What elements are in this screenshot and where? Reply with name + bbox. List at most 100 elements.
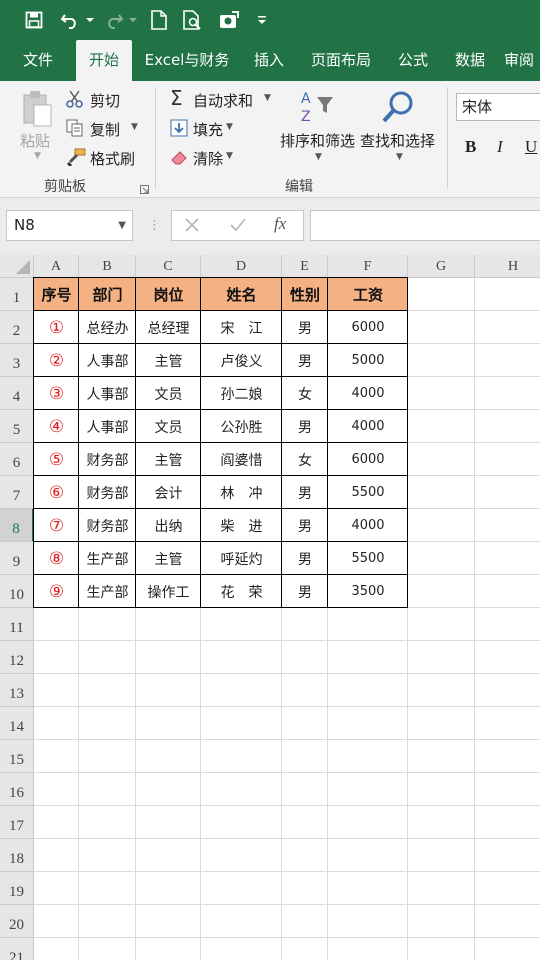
table-cell[interactable]: 阎婆惜 (201, 443, 282, 476)
paste-icon[interactable] (20, 89, 54, 133)
tab-review[interactable]: 审阅 (504, 40, 540, 81)
tab-formulas[interactable]: 公式 (390, 40, 436, 81)
table-cell[interactable]: 男 (282, 509, 328, 542)
table-cell[interactable]: 文员 (136, 377, 201, 410)
quick-tool-icon[interactable] (217, 8, 241, 32)
table-cell[interactable]: ② (34, 344, 79, 377)
table-cell[interactable]: 主管 (136, 344, 201, 377)
fill-dropdown-icon[interactable]: ▼ (226, 122, 233, 132)
copy-button[interactable]: 复制 (90, 119, 120, 140)
row-header-14[interactable]: 14 (0, 707, 34, 740)
row-header-10[interactable]: 10 (0, 575, 34, 608)
table-cell[interactable]: 生产部 (79, 542, 136, 575)
italic-button[interactable]: I (497, 137, 503, 157)
table-cell[interactable]: 男 (282, 542, 328, 575)
format-painter-button[interactable]: 格式刷 (90, 148, 135, 169)
row-header-6[interactable]: 6 (0, 443, 34, 476)
formula-bar-grip-icon[interactable]: ⋮ (148, 218, 161, 233)
row-header-9[interactable]: 9 (0, 542, 34, 575)
table-cell[interactable]: 主管 (136, 542, 201, 575)
table-cell[interactable]: 出纳 (136, 509, 201, 542)
column-header-e[interactable]: E (282, 255, 328, 278)
table-cell[interactable]: 男 (282, 344, 328, 377)
table-cell[interactable]: 男 (282, 311, 328, 344)
table-cell[interactable]: 5500 (328, 476, 408, 509)
table-cell[interactable]: 总经办 (79, 311, 136, 344)
row-header-18[interactable]: 18 (0, 839, 34, 872)
formula-input[interactable] (310, 210, 540, 241)
fill-button[interactable]: 填充 (193, 119, 223, 140)
table-cell[interactable]: 操作工 (136, 575, 201, 608)
table-cell[interactable]: ① (34, 311, 79, 344)
table-cell[interactable]: ③ (34, 377, 79, 410)
row-header-19[interactable]: 19 (0, 872, 34, 905)
row-header-1[interactable]: 1 (0, 278, 34, 311)
row-header-15[interactable]: 15 (0, 740, 34, 773)
column-header-c[interactable]: C (136, 255, 201, 278)
confirm-icon[interactable] (229, 217, 247, 237)
cancel-icon[interactable] (184, 217, 200, 237)
table-cell[interactable]: 6000 (328, 443, 408, 476)
column-header-a[interactable]: A (34, 255, 79, 278)
find-select-button[interactable]: 查找和选择 (360, 130, 435, 151)
sort-filter-button[interactable]: 排序和筛选 (280, 130, 355, 151)
column-header-d[interactable]: D (201, 255, 282, 278)
row-header-2[interactable]: 2 (0, 311, 34, 344)
bold-button[interactable]: B (465, 137, 476, 157)
table-cell[interactable]: 男 (282, 410, 328, 443)
undo-icon[interactable] (58, 8, 82, 32)
autosum-dropdown-icon[interactable]: ▼ (264, 93, 271, 103)
row-header-17[interactable]: 17 (0, 806, 34, 839)
row-header-16[interactable]: 16 (0, 773, 34, 806)
new-file-icon[interactable] (148, 8, 170, 32)
row-header-13[interactable]: 13 (0, 674, 34, 707)
table-header-cell[interactable]: 姓名 (201, 278, 282, 311)
column-header-h[interactable]: H (475, 255, 540, 278)
table-cell[interactable]: ⑨ (34, 575, 79, 608)
table-header-cell[interactable]: 部门 (79, 278, 136, 311)
table-cell[interactable]: 宋 江 (201, 311, 282, 344)
table-cell[interactable]: 人事部 (79, 410, 136, 443)
row-header-3[interactable]: 3 (0, 344, 34, 377)
table-cell[interactable]: 总经理 (136, 311, 201, 344)
customize-toolbar-icon[interactable] (256, 8, 268, 32)
table-cell[interactable]: 孙二娘 (201, 377, 282, 410)
table-cell[interactable]: 林 冲 (201, 476, 282, 509)
spreadsheet-grid[interactable]: A B C D E F G H 1 2 3 4 5 6 7 8 9 10 11 12 13 14 15 16 17 18 19 20 2… (0, 255, 540, 960)
clear-button[interactable]: 清除 (193, 148, 223, 169)
table-cell[interactable]: 花 荣 (201, 575, 282, 608)
font-name-field[interactable]: 宋体 (456, 93, 540, 121)
table-cell[interactable]: ⑦ (34, 509, 79, 542)
table-cell[interactable]: 柴 进 (201, 509, 282, 542)
table-cell[interactable]: 呼延灼 (201, 542, 282, 575)
column-header-g[interactable]: G (408, 255, 475, 278)
table-cell[interactable]: 人事部 (79, 344, 136, 377)
table-cell[interactable]: 人事部 (79, 377, 136, 410)
table-cell[interactable]: 3500 (328, 575, 408, 608)
paste-label[interactable]: 粘贴 (20, 130, 50, 151)
table-cell[interactable]: 会计 (136, 476, 201, 509)
tab-data[interactable]: 数据 (446, 40, 494, 81)
table-cell[interactable]: 文员 (136, 410, 201, 443)
find-select-dropdown-icon[interactable]: ▼ (396, 152, 403, 162)
table-cell[interactable]: 主管 (136, 443, 201, 476)
row-header-4[interactable]: 4 (0, 377, 34, 410)
undo-dropdown-icon[interactable] (84, 8, 96, 32)
table-cell[interactable]: ⑤ (34, 443, 79, 476)
copy-dropdown-icon[interactable]: ▼ (131, 122, 138, 132)
table-cell[interactable]: 女 (282, 377, 328, 410)
print-preview-icon[interactable] (181, 8, 205, 32)
clipboard-launcher-icon[interactable] (140, 180, 150, 199)
tab-home[interactable]: 开始 (76, 40, 132, 81)
tab-page-layout[interactable]: 页面布局 (304, 40, 378, 81)
column-header-b[interactable]: B (79, 255, 136, 278)
row-header-5[interactable]: 5 (0, 410, 34, 443)
table-cell[interactable]: 4000 (328, 410, 408, 443)
tab-excel-finance[interactable]: Excel与财务 (140, 40, 234, 81)
table-cell[interactable]: 公孙胜 (201, 410, 282, 443)
table-header-cell[interactable]: 工资 (328, 278, 408, 311)
row-header-20[interactable]: 20 (0, 905, 34, 938)
row-header-8[interactable]: 8 (0, 509, 34, 542)
table-cell[interactable]: 4000 (328, 377, 408, 410)
table-cell[interactable]: ⑧ (34, 542, 79, 575)
